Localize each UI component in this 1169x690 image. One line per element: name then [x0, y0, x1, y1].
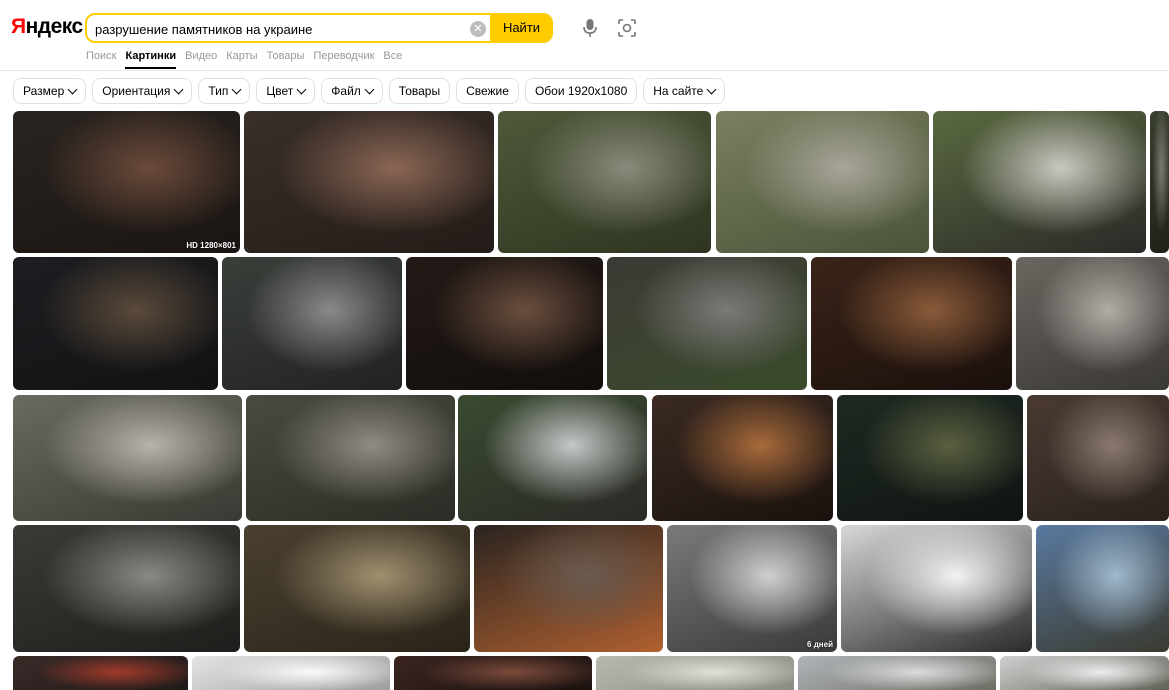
- filter-button[interactable]: На сайте: [643, 78, 726, 104]
- image-result[interactable]: [13, 525, 240, 652]
- microphone-icon[interactable]: [580, 17, 600, 39]
- image-result[interactable]: [394, 656, 592, 690]
- logo-rest: ндекс: [25, 15, 84, 38]
- service-tab[interactable]: Карты: [226, 49, 257, 69]
- service-tab[interactable]: Переводчик: [313, 49, 374, 69]
- filter-button[interactable]: Цвет: [256, 78, 316, 104]
- image-result[interactable]: [837, 395, 1023, 521]
- chevron-down-icon: [706, 84, 717, 94]
- yandex-logo[interactable]: Яндекс: [11, 15, 83, 39]
- service-tab[interactable]: Товары: [267, 49, 305, 69]
- filters-bar: Размер Ориентация Тип Цвет Файл Товары Свежие О…: [13, 78, 726, 104]
- image-result[interactable]: [652, 395, 833, 521]
- image-result[interactable]: [1000, 656, 1169, 690]
- chevron-down-icon: [67, 84, 78, 94]
- filter-button[interactable]: Свежие: [456, 78, 519, 104]
- image-result[interactable]: [607, 257, 807, 390]
- filter-label: Ориентация: [102, 84, 171, 98]
- image-result[interactable]: [1027, 395, 1169, 521]
- service-tab[interactable]: Все: [383, 49, 402, 69]
- image-result[interactable]: [192, 656, 390, 690]
- filter-button[interactable]: Тип: [198, 78, 251, 104]
- filter-button[interactable]: Обои 1920x1080: [524, 78, 638, 104]
- filter-label: Цвет: [266, 84, 294, 98]
- image-badge: 6 дней: [807, 640, 833, 649]
- filter-label: Тип: [208, 84, 229, 98]
- image-result[interactable]: [246, 395, 455, 521]
- search-input[interactable]: [95, 20, 465, 38]
- service-tab[interactable]: Картинки: [125, 49, 177, 69]
- filter-label: Свежие: [466, 84, 509, 98]
- services-nav: Поиск Картинки Видео Карты Товары Переводчик В…: [86, 49, 402, 69]
- image-result[interactable]: [933, 111, 1146, 253]
- image-result[interactable]: HD 1280×801: [13, 111, 240, 253]
- image-result[interactable]: [13, 395, 242, 521]
- image-result[interactable]: [406, 257, 603, 390]
- filter-label: Файл: [331, 84, 361, 98]
- close-icon[interactable]: ✕: [470, 21, 486, 37]
- filter-label: Товары: [398, 84, 441, 98]
- image-result[interactable]: [458, 395, 647, 521]
- chevron-down-icon: [364, 84, 375, 94]
- search-box: ✕ Найти: [85, 13, 553, 43]
- image-result[interactable]: [1036, 525, 1169, 652]
- image-result[interactable]: [596, 656, 794, 690]
- service-tab[interactable]: Видео: [185, 49, 217, 69]
- image-result[interactable]: [244, 525, 470, 652]
- filter-label: Размер: [23, 84, 65, 98]
- image-result[interactable]: [716, 111, 929, 253]
- logo-ya: Я: [11, 15, 26, 38]
- chevron-down-icon: [231, 84, 242, 94]
- image-result[interactable]: [811, 257, 1012, 390]
- filter-button[interactable]: Ориентация: [92, 78, 193, 104]
- filter-button[interactable]: Размер: [13, 78, 87, 104]
- image-result[interactable]: [244, 111, 494, 253]
- image-result[interactable]: [1150, 111, 1169, 253]
- filter-button[interactable]: Файл: [321, 78, 383, 104]
- header: Яндекс ✕ Найти Поиск Картинки Видео Карты То…: [0, 0, 1169, 71]
- search-button[interactable]: Найти: [490, 13, 553, 43]
- image-result[interactable]: [13, 257, 218, 390]
- service-tab[interactable]: Поиск: [86, 49, 116, 69]
- image-result[interactable]: 6 дней: [667, 525, 837, 652]
- image-result[interactable]: [798, 656, 996, 690]
- image-badge: HD 1280×801: [186, 241, 236, 250]
- filter-button[interactable]: Товары: [388, 78, 451, 104]
- image-result[interactable]: [498, 111, 711, 253]
- chevron-down-icon: [173, 84, 184, 94]
- filter-label: Обои 1920x1080: [534, 84, 628, 98]
- image-result[interactable]: [474, 525, 663, 652]
- image-result[interactable]: [1016, 257, 1169, 390]
- chevron-down-icon: [296, 84, 307, 94]
- image-result[interactable]: [841, 525, 1032, 652]
- camera-search-icon[interactable]: [617, 17, 637, 39]
- image-result[interactable]: [222, 257, 402, 390]
- filter-label: На сайте: [653, 84, 704, 98]
- image-result[interactable]: [13, 656, 188, 690]
